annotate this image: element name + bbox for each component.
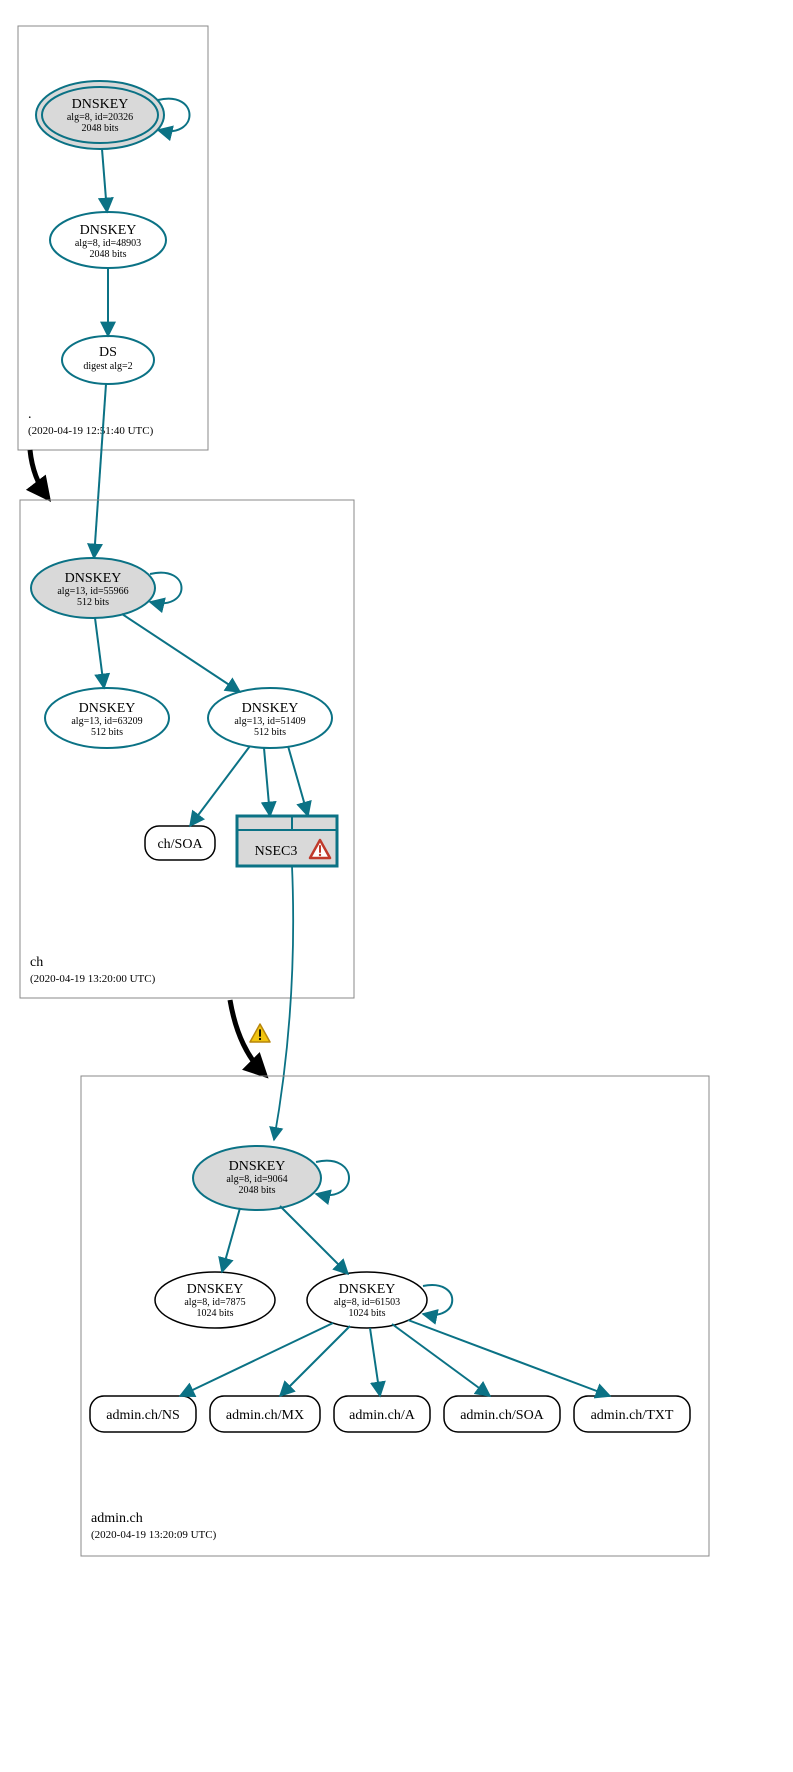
svg-text:NSEC3: NSEC3	[255, 844, 298, 859]
svg-text:DNSKEY: DNSKEY	[229, 1159, 286, 1174]
zone-admin-timestamp: (2020-04-19 13:20:09 UTC)	[91, 1529, 217, 1541]
svg-text:DNSKEY: DNSKEY	[72, 97, 129, 112]
svg-text:DNSKEY: DNSKEY	[187, 1282, 244, 1297]
svg-text:DS: DS	[99, 345, 117, 360]
dnssec-diagram: . (2020-04-19 12:51:40 UTC) DNSKEY alg=8…	[0, 0, 793, 1772]
edge-root-ds-to-ch-ksk	[94, 384, 106, 558]
edge-ch-zsk2-soa	[190, 746, 250, 826]
svg-text:1024 bits: 1024 bits	[197, 1308, 234, 1319]
edge-admin-ksk-zsk2	[280, 1206, 348, 1274]
svg-text:512 bits: 512 bits	[254, 727, 286, 738]
svg-text:alg=13, id=63209: alg=13, id=63209	[71, 716, 142, 727]
node-ch-soa: ch/SOA	[145, 826, 215, 860]
zone-root-name: .	[28, 407, 32, 422]
node-ch-nsec3: NSEC3	[237, 816, 337, 866]
zone-admin-name: admin.ch	[91, 1511, 143, 1526]
svg-text:alg=8, id=20326: alg=8, id=20326	[67, 112, 133, 123]
svg-text:admin.ch/MX: admin.ch/MX	[226, 1408, 304, 1423]
node-admin-a: admin.ch/A	[334, 1396, 430, 1432]
svg-text:ch/SOA: ch/SOA	[157, 837, 203, 852]
edge-ch-zsk2-nsec3a	[264, 748, 270, 816]
svg-text:2048 bits: 2048 bits	[239, 1185, 276, 1196]
node-admin-ksk: DNSKEY alg=8, id=9064 2048 bits	[193, 1146, 321, 1210]
svg-text:DNSKEY: DNSKEY	[79, 701, 136, 716]
svg-text:admin.ch/SOA: admin.ch/SOA	[460, 1408, 544, 1423]
svg-text:2048 bits: 2048 bits	[82, 123, 119, 134]
node-admin-ns: admin.ch/NS	[90, 1396, 196, 1432]
svg-text:1024 bits: 1024 bits	[349, 1308, 386, 1319]
svg-text:alg=8, id=9064: alg=8, id=9064	[226, 1174, 287, 1185]
node-ch-zsk2: DNSKEY alg=13, id=51409 512 bits	[208, 688, 332, 748]
node-admin-mx: admin.ch/MX	[210, 1396, 320, 1432]
edge-admin-zsk2-mx	[280, 1326, 350, 1396]
edge-zone-root-to-ch	[30, 450, 48, 498]
svg-text:admin.ch/TXT: admin.ch/TXT	[591, 1408, 674, 1423]
svg-text:alg=13, id=51409: alg=13, id=51409	[234, 716, 305, 727]
edge-ch-zsk2-nsec3b	[288, 746, 308, 816]
svg-text:admin.ch/NS: admin.ch/NS	[106, 1408, 180, 1423]
svg-text:512 bits: 512 bits	[91, 727, 123, 738]
edge-root-ksk-zsk	[102, 149, 107, 212]
zone-ch: ch (2020-04-19 13:20:00 UTC) DNSKEY alg=…	[20, 500, 354, 998]
zone-ch-timestamp: (2020-04-19 13:20:00 UTC)	[30, 973, 156, 985]
node-ch-ksk: DNSKEY alg=13, id=55966 512 bits	[31, 558, 155, 618]
zone-ch-name: ch	[30, 955, 43, 970]
node-root-zsk: DNSKEY alg=8, id=48903 2048 bits	[50, 212, 166, 268]
edge-ch-ksk-zsk2	[122, 614, 240, 692]
svg-text:admin.ch/A: admin.ch/A	[349, 1408, 416, 1423]
node-admin-txt: admin.ch/TXT	[574, 1396, 690, 1432]
svg-text:DNSKEY: DNSKEY	[65, 571, 122, 586]
edge-admin-zsk2-ns	[180, 1323, 333, 1396]
edge-admin-zsk2-soa	[392, 1324, 490, 1396]
svg-text:alg=8, id=48903: alg=8, id=48903	[75, 238, 141, 249]
svg-text:digest alg=2: digest alg=2	[83, 361, 132, 372]
warning-icon	[250, 1024, 270, 1042]
svg-text:DNSKEY: DNSKEY	[80, 223, 137, 238]
node-admin-zsk1: DNSKEY alg=8, id=7875 1024 bits	[155, 1272, 275, 1328]
edge-admin-ksk-zsk1	[222, 1208, 240, 1272]
zone-root: . (2020-04-19 12:51:40 UTC) DNSKEY alg=8…	[18, 26, 208, 450]
node-admin-soa: admin.ch/SOA	[444, 1396, 560, 1432]
svg-text:512 bits: 512 bits	[77, 597, 109, 608]
node-root-ksk: DNSKEY alg=8, id=20326 2048 bits	[36, 81, 164, 149]
svg-text:2048 bits: 2048 bits	[90, 249, 127, 260]
zone-root-timestamp: (2020-04-19 12:51:40 UTC)	[28, 425, 154, 437]
svg-text:DNSKEY: DNSKEY	[242, 701, 299, 716]
edge-ch-nsec3-to-admin-ksk	[274, 866, 293, 1140]
svg-text:DNSKEY: DNSKEY	[339, 1282, 396, 1297]
node-root-ds: DS digest alg=2	[62, 336, 154, 384]
svg-text:alg=13, id=55966: alg=13, id=55966	[57, 586, 128, 597]
zone-admin: admin.ch (2020-04-19 13:20:09 UTC) DNSKE…	[81, 1076, 709, 1556]
svg-text:alg=8, id=7875: alg=8, id=7875	[184, 1297, 245, 1308]
node-ch-zsk1: DNSKEY alg=13, id=63209 512 bits	[45, 688, 169, 748]
edge-ch-ksk-zsk1	[95, 618, 104, 688]
svg-text:alg=8, id=61503: alg=8, id=61503	[334, 1297, 400, 1308]
edge-admin-zsk2-a	[370, 1328, 380, 1396]
